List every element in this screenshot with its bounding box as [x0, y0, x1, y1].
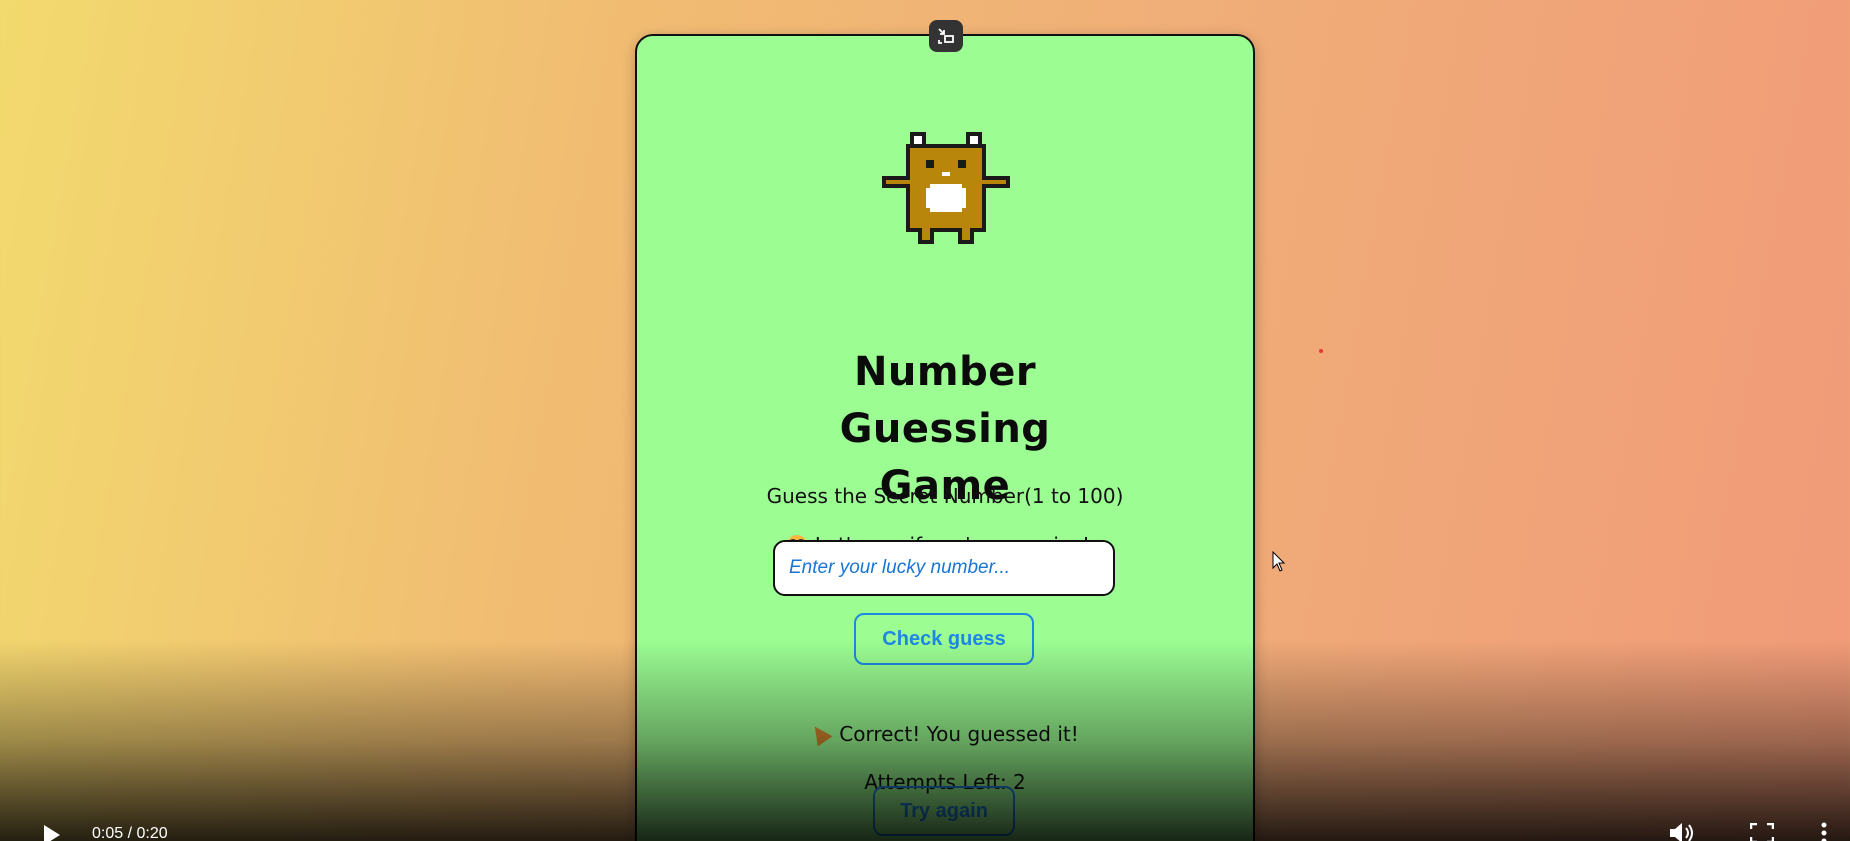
game-card: Number Guessing Game Guess the Secret Nu…	[635, 34, 1255, 841]
subtitle: Guess the Secret Number(1 to 100)	[766, 484, 1124, 508]
result-text: Correct! You guessed it!	[839, 722, 1079, 746]
guess-input[interactable]	[773, 540, 1115, 596]
mouse-cursor-icon	[1272, 551, 1286, 572]
party-popper-icon	[807, 721, 833, 747]
exit-fullscreen-icon	[938, 28, 954, 44]
play-icon[interactable]	[44, 825, 60, 841]
video-controls-bar: 0:05 / 0:20	[0, 781, 1850, 841]
check-guess-button[interactable]: Check guess	[854, 613, 1034, 665]
exit-fullscreen-button[interactable]	[929, 20, 963, 52]
time-display: 0:05 / 0:20	[92, 825, 168, 841]
red-dot-marker	[1319, 349, 1323, 353]
volume-icon[interactable]	[1668, 821, 1696, 841]
fullscreen-icon[interactable]	[1750, 823, 1774, 841]
pixel-bear-icon	[882, 132, 1010, 244]
result-message: Correct! You guessed it!	[637, 721, 1253, 747]
more-options-icon[interactable]	[1820, 821, 1828, 841]
